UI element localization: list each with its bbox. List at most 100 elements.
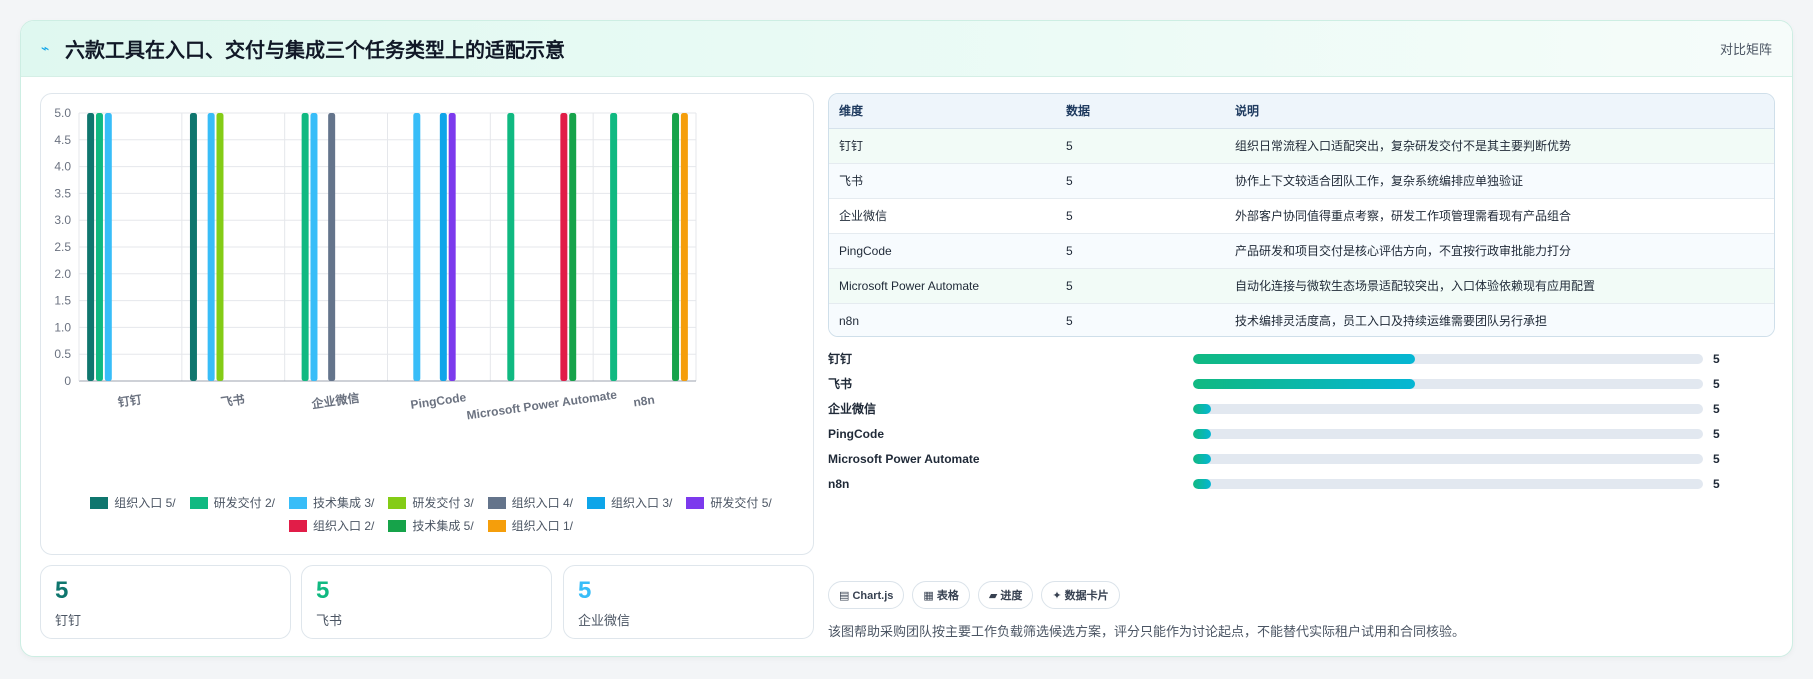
- progress-label: n8n: [828, 476, 850, 491]
- progress-fill: [1193, 353, 1415, 364]
- progress-value: 5: [1713, 426, 1720, 441]
- legend-label: 组织入口 1/: [511, 519, 574, 533]
- y-tick-label: 2.5: [54, 240, 71, 254]
- progress-track: [1193, 478, 1703, 489]
- progress-value: 5: [1713, 351, 1720, 366]
- tag-progress[interactable]: ▰ 进度: [977, 581, 1034, 609]
- progress-row: 企业微信 5: [828, 396, 1775, 421]
- x-tick-label: Microsoft Power Automate: [466, 387, 618, 422]
- progress-row: PingCode 5: [828, 421, 1775, 446]
- table-cell: 外部客户协同值得重点考察，研发工作项管理需看现有产品组合: [1225, 198, 1774, 234]
- table-cell: 组织日常流程入口适配突出，复杂研发交付不是其主要判断优势: [1225, 128, 1774, 164]
- legend-item[interactable]: 研发交付 5/: [686, 494, 772, 511]
- legend-item[interactable]: 组织入口 3/: [587, 494, 672, 511]
- table-cell: 5: [1056, 233, 1225, 269]
- table-cell: 钉钉: [829, 128, 1056, 164]
- bar: [448, 113, 456, 381]
- chart-legend: 组织入口 5/研发交付 2/技术集成 3/研发交付 3/组织入口 4/组织入口 …: [81, 494, 781, 534]
- bar: [104, 113, 112, 381]
- progress-fill: [1193, 403, 1211, 414]
- progress-label: 钉钉: [828, 352, 853, 366]
- table-cell: 5: [1056, 128, 1225, 164]
- stat-value: 5: [578, 577, 592, 604]
- y-tick-label: 1.5: [54, 294, 71, 308]
- progress-track: [1193, 353, 1703, 364]
- progress-value: 5: [1713, 451, 1720, 466]
- stat-card-0: 5 钉钉: [40, 565, 291, 639]
- bar: [95, 113, 103, 381]
- bar: [328, 113, 336, 381]
- progress-fill: [1193, 478, 1211, 489]
- progress-label: 企业微信: [828, 402, 877, 416]
- table-cell: 5: [1056, 268, 1225, 304]
- compare-matrix-link[interactable]: 对比矩阵: [1720, 39, 1772, 58]
- progress-track: [1193, 403, 1703, 414]
- legend-label: 组织入口 2/: [312, 519, 375, 533]
- table-cell: 5: [1056, 303, 1225, 336]
- legend-swatch: [90, 496, 109, 509]
- y-tick-label: 4.5: [54, 133, 71, 147]
- bar: [310, 113, 318, 381]
- table-cell: PingCode: [829, 233, 1056, 269]
- legend-swatch: [487, 496, 506, 509]
- legend-item[interactable]: 组织入口 5/: [90, 494, 176, 511]
- bar: [680, 113, 688, 381]
- bar: [216, 113, 224, 381]
- table-row: PingCode 5 产品研发和项目交付是核心评估方向，不宜按行政审批能力打分: [829, 233, 1774, 269]
- stat-card-1: 5 飞书: [301, 565, 552, 639]
- stat-card-2: 5 企业微信: [563, 565, 814, 639]
- bar: [672, 113, 680, 381]
- legend-item[interactable]: 组织入口 1/: [487, 517, 574, 534]
- progress-row: n8n 5: [828, 471, 1775, 496]
- legend-swatch: [487, 519, 506, 532]
- table-row: 钉钉 5 组织日常流程入口适配突出，复杂研发交付不是其主要判断优势: [829, 128, 1774, 164]
- bar: [560, 113, 568, 381]
- y-tick-label: 0.5: [54, 347, 71, 361]
- legend-item[interactable]: 组织入口 4/: [487, 494, 574, 511]
- progress-track: [1193, 453, 1703, 464]
- legend-swatch: [189, 496, 208, 509]
- table-row: 企业微信 5 外部客户协同值得重点考察，研发工作项管理需看现有产品组合: [829, 198, 1774, 234]
- stat-label: 飞书: [316, 613, 343, 628]
- progress-row: Microsoft Power Automate 5: [828, 446, 1775, 471]
- chart-svg: 0 0.5 1.0 1.5 2.0 2.5 3.0 3.5 4.0 4.5 5.0 钉钉 飞书 企业微信 P…: [54, 106, 697, 422]
- y-tick-label: 1.0: [54, 320, 71, 334]
- legend-label: 研发交付 3/: [412, 496, 474, 510]
- table-cell: 企业微信: [829, 198, 1056, 234]
- x-tick-label: n8n: [632, 393, 655, 410]
- legend-swatch: [388, 519, 407, 532]
- table-header-dimension: 维度: [829, 94, 1056, 129]
- tag-table[interactable]: ▦ 表格: [912, 581, 970, 609]
- bar: [413, 113, 421, 381]
- table-cell: 飞书: [829, 163, 1056, 199]
- table-row: Microsoft Power Automate 5 自动化连接与微软生态场景适…: [829, 268, 1774, 304]
- table-cell: Microsoft Power Automate: [829, 268, 1056, 304]
- table-cell: 自动化连接与微软生态场景适配较突出，入口体验依赖现有应用配置: [1225, 268, 1774, 304]
- progress-fill: [1193, 453, 1211, 464]
- tag-data-cards[interactable]: ✦ 数据卡片: [1041, 581, 1120, 609]
- stat-label: 钉钉: [55, 613, 82, 628]
- bar: [507, 113, 515, 381]
- progress-track: [1193, 378, 1703, 389]
- stat-value: 5: [55, 577, 69, 604]
- legend-label: 组织入口 4/: [511, 496, 574, 510]
- legend-swatch: [288, 519, 307, 532]
- legend-item[interactable]: 组织入口 2/: [288, 517, 375, 534]
- tech-tags: ▤ Chart.js ▦ 表格 ▰ 进度 ✦ 数据卡片: [828, 581, 1120, 609]
- legend-label: 研发交付 5/: [710, 496, 772, 510]
- legend-item[interactable]: 技术集成 5/: [388, 517, 474, 534]
- bar: [610, 113, 618, 381]
- legend-label: 研发交付 2/: [213, 496, 275, 510]
- progress-label: PingCode: [828, 426, 884, 441]
- legend-item[interactable]: 研发交付 3/: [388, 494, 474, 511]
- card-header: ⌁ 六款工具在入口、交付与集成三个任务类型上的适配示意 对比矩阵: [21, 21, 1792, 77]
- progress-fill: [1193, 378, 1415, 389]
- table-cell: 产品研发和项目交付是核心评估方向，不宜按行政审批能力打分: [1225, 233, 1774, 269]
- table-cell: 5: [1056, 198, 1225, 234]
- legend-item[interactable]: 技术集成 3/: [288, 494, 374, 511]
- legend-item[interactable]: 研发交付 2/: [189, 494, 275, 511]
- comparison-card: ⌁ 六款工具在入口、交付与集成三个任务类型上的适配示意 对比矩阵 0 0.5 1.0…: [20, 20, 1793, 657]
- trend-icon: ⌁: [41, 40, 50, 56]
- progress-value: 5: [1713, 401, 1720, 416]
- tag-chartjs[interactable]: ▤ Chart.js: [828, 581, 905, 609]
